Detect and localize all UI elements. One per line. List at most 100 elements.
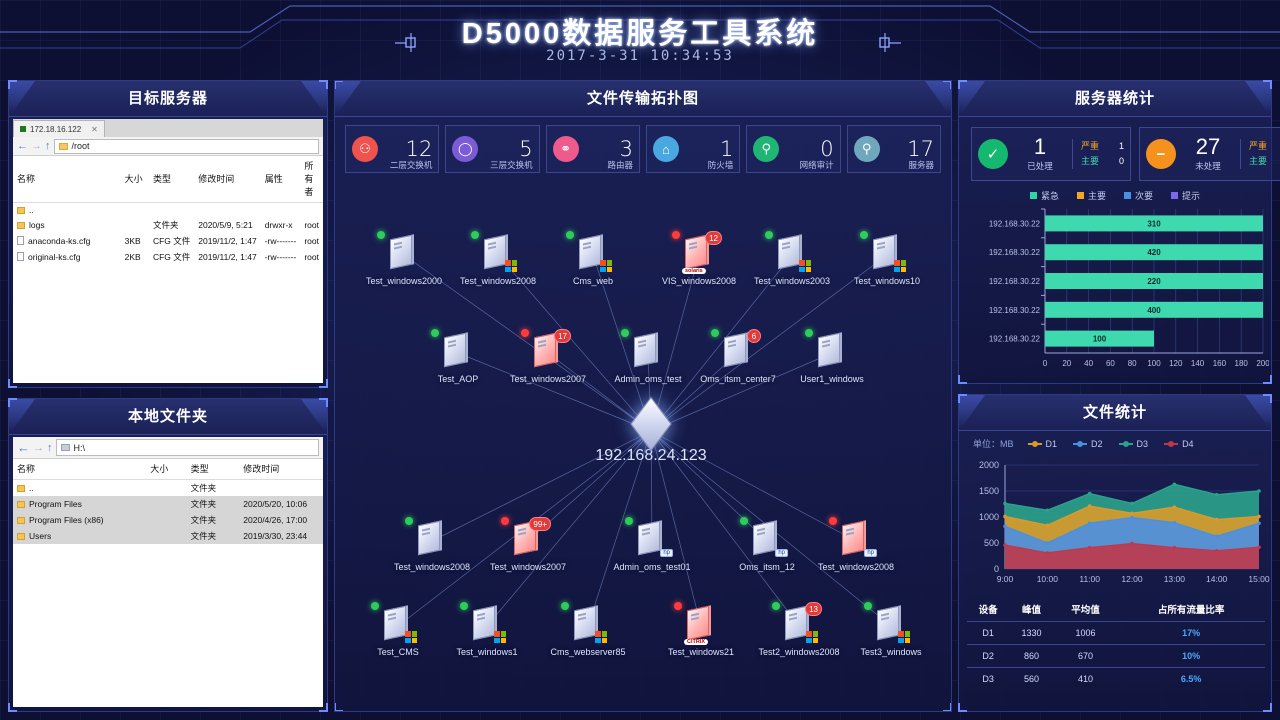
server-icon — [687, 605, 709, 641]
file-icon — [17, 236, 24, 245]
topology-node[interactable]: Cms_web — [545, 231, 641, 286]
target-file-rows[interactable]: .. logs 文件夹 2020/5/9, 5:21 drwxr-x root anacon… — [13, 203, 323, 266]
status-light-icon — [860, 231, 868, 239]
cell-ratio: 10% — [1117, 644, 1265, 668]
handled-breakdown: 严重 1 主要 0 — [1072, 139, 1124, 169]
node-icon: solaris 12 — [672, 231, 722, 275]
topology-node[interactable]: Test_windows2000 — [356, 231, 452, 286]
topology-node[interactable]: hp Test_windows2008 — [808, 517, 904, 572]
handled-count: 1 — [1033, 134, 1047, 159]
table-row[interactable]: Users 文件夹 2019/3/30, 23:44 — [13, 528, 323, 544]
topology-node[interactable]: Test_windows10 — [839, 231, 935, 286]
legend-item-D2[interactable]: D2 — [1073, 439, 1103, 449]
cell-size: 3KB — [124, 236, 141, 246]
topology-node[interactable]: User1_windows — [784, 329, 880, 384]
legend-swatch — [1029, 192, 1037, 199]
cell-size — [146, 528, 187, 544]
table-row[interactable]: anaconda-ks.cfg 3KB CFG 文件 2019/11/2, 1:47-… — [13, 233, 323, 249]
col-type: 类型 — [186, 459, 240, 480]
status-light-icon — [674, 602, 682, 610]
legend-item-D4[interactable]: D4 — [1164, 439, 1194, 449]
topology-node[interactable]: Test_CMS — [350, 602, 446, 657]
local-file-rows[interactable]: .. 文件夹 Program Files 文件夹 2020/5/20, 10:06 Pro… — [13, 480, 323, 544]
topology-node[interactable]: 17 Test_windows2007 — [500, 329, 596, 384]
node-label: Test_windows2007 — [509, 374, 587, 384]
topology-node[interactable]: solaris 12 VIS_windows2008 — [651, 231, 747, 286]
up-icon[interactable]: ↑ — [47, 442, 53, 454]
handled-box[interactable]: ✓ 1 已处理 严重 1 主要 0 — [971, 127, 1131, 181]
topology-node[interactable]: Test3_windows — [843, 602, 939, 657]
svg-text:1000: 1000 — [979, 512, 999, 522]
target-file-table[interactable]: 名称 大小 类型 修改时间 属性 所有者 .. logs 文件夹 2020/5/9, … — [13, 156, 323, 265]
topology-node[interactable]: CITRIX Test_windows21 — [653, 602, 749, 657]
topology-node[interactable]: hp Oms_itsm_12 — [719, 517, 815, 572]
path-input[interactable]: /root — [53, 138, 319, 154]
node-icon — [860, 231, 910, 275]
node-label: Cms_web — [572, 276, 613, 286]
topology-node[interactable]: hp Admin_oms_test01 — [604, 517, 700, 572]
node-label: User1_windows — [800, 374, 864, 384]
cell-peak: 560 — [1009, 667, 1054, 690]
local-folder-explorer[interactable]: ← → ↑ H:\ 名称 大小 类型 修改时间 .. 文件夹 Program Fil… — [13, 437, 323, 707]
status-light-icon — [765, 231, 773, 239]
table-row[interactable]: .. — [13, 203, 323, 218]
topology-node[interactable]: Test_AOP — [410, 329, 506, 384]
topology-node[interactable]: 13 Test2_windows2008 — [751, 602, 847, 657]
cell-size — [146, 512, 187, 528]
table-row[interactable]: Program Files (x86) 文件夹 2020/4/26, 17:00 — [13, 512, 323, 528]
server-icon — [418, 520, 440, 556]
topology-center-node[interactable]: 192.168.24.123 — [591, 396, 711, 465]
server-icon — [384, 605, 406, 641]
server-icon — [842, 520, 864, 556]
legend-item-D1[interactable]: D1 — [1027, 438, 1058, 449]
cell-avg: 1006 — [1053, 621, 1118, 645]
legend-line-icon — [1118, 440, 1133, 447]
path-input[interactable]: H:\ — [55, 439, 319, 456]
back-icon[interactable]: ← — [17, 440, 30, 455]
server-icon — [473, 605, 495, 641]
file-stats-legend: 单位：MB D1 D2 D3 D4 — [959, 431, 1271, 450]
forward-icon[interactable]: → — [31, 140, 42, 152]
close-icon[interactable]: ✕ — [91, 125, 98, 134]
topology-node[interactable]: Cms_webserver85 — [540, 602, 636, 657]
explorer-tabbar[interactable]: 172.18.16.122 ✕ — [13, 119, 323, 137]
explorer-addressbar[interactable]: ← → ↑ /root — [13, 137, 323, 156]
topology-node[interactable]: Admin_oms_test — [600, 329, 696, 384]
back-icon[interactable]: ← — [17, 140, 28, 152]
topology-node[interactable]: Test_windows1 — [439, 602, 535, 657]
explorer-tab[interactable]: 172.18.16.122 ✕ — [13, 120, 105, 137]
cell-type: 文件夹 — [152, 220, 179, 230]
node-icon — [405, 517, 455, 561]
unhandled-breakdown: 严重6 主要9 — [1240, 139, 1280, 169]
server-icon — [444, 332, 466, 368]
unhandled-box[interactable]: − 27 未处理 严重6 主要9 — [1139, 127, 1280, 181]
node-icon — [765, 231, 815, 275]
alert-badge: 13 — [805, 602, 822, 616]
col-device: 设备 — [978, 605, 998, 616]
legend-label: D1 — [1045, 438, 1058, 449]
node-label: Admin_oms_test01 — [613, 562, 691, 572]
svg-text:120: 120 — [1169, 359, 1183, 368]
topology-node[interactable]: 99+ Test_windows2007 — [480, 517, 576, 572]
topology-node[interactable]: Test_windows2003 — [744, 231, 840, 286]
file-icon — [17, 252, 24, 261]
forward-icon[interactable]: → — [33, 442, 44, 454]
cell-ratio: 17% — [1117, 621, 1265, 645]
topology-nodes[interactable]: 192.168.24.123 Test_windows2000 Test_windo… — [335, 81, 951, 711]
topology-node[interactable]: 6 Oms_itsm_center7 — [690, 329, 786, 384]
corner-marker — [1263, 703, 1272, 712]
target-server-explorer[interactable]: 172.18.16.122 ✕ ← → ↑ /root 名称 大小 类型 修改时… — [13, 119, 323, 383]
local-addressbar[interactable]: ← → ↑ H:\ — [13, 437, 323, 459]
table-row[interactable]: Program Files 文件夹 2020/5/20, 10:06 — [13, 496, 323, 512]
table-row[interactable]: logs 文件夹 2020/5/9, 5:21 drwxr-x root — [13, 217, 323, 233]
legend-item-D3[interactable]: D3 — [1118, 439, 1148, 449]
table-row[interactable]: original-ks.cfg 2KB CFG 文件 2019/11/2, 1:47-… — [13, 249, 323, 265]
cell-name: Users — [13, 528, 147, 544]
local-file-table[interactable]: 名称 大小 类型 修改时间 .. 文件夹 Program Files 文件夹 2020/… — [13, 459, 323, 544]
topology-node[interactable]: Test_windows2008 — [450, 231, 546, 286]
table-row[interactable]: .. 文件夹 — [13, 480, 323, 497]
svg-text:20: 20 — [1062, 359, 1071, 368]
topology-node[interactable]: Test_windows2008 — [384, 517, 480, 572]
up-icon[interactable]: ↑ — [45, 140, 51, 152]
cell-attr: -rw------- — [264, 252, 297, 262]
